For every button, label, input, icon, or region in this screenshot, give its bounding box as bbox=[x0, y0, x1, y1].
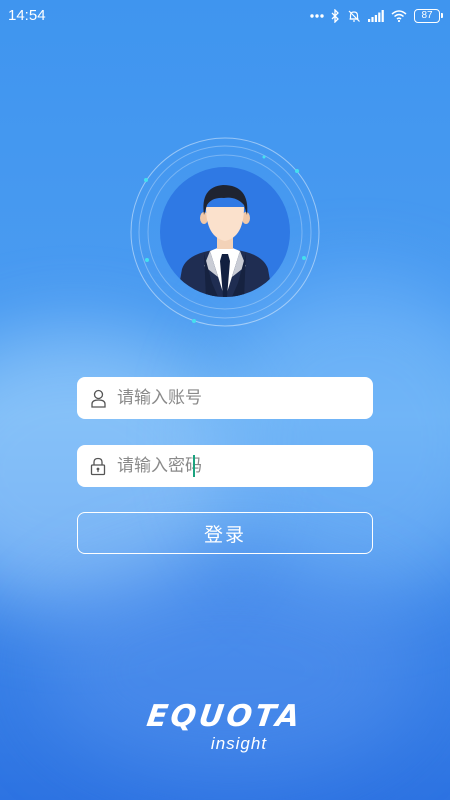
brand-logo: EQUOTA bbox=[145, 699, 306, 734]
password-field[interactable] bbox=[77, 445, 373, 487]
battery-level: 87 bbox=[421, 10, 433, 21]
status-time: 14:54 bbox=[8, 7, 46, 24]
signal-icon bbox=[368, 10, 384, 22]
battery-icon: 87 bbox=[414, 9, 443, 23]
avatar bbox=[126, 133, 324, 331]
mute-bell-icon bbox=[347, 9, 361, 23]
brand: EQUOTA insight bbox=[0, 698, 450, 754]
bluetooth-icon bbox=[331, 9, 340, 23]
status-icons: 87 bbox=[310, 6, 443, 26]
user-icon bbox=[89, 388, 107, 408]
username-field[interactable] bbox=[77, 377, 373, 419]
login-button[interactable]: 登录 bbox=[77, 512, 373, 554]
brand-subtitle: insight bbox=[210, 734, 268, 753]
lock-icon bbox=[89, 456, 107, 476]
wifi-icon bbox=[391, 10, 407, 22]
login-screen: 14:54 87 请输入账号 登录 EQUOTA insight bbox=[0, 0, 450, 800]
text-caret bbox=[193, 455, 195, 477]
username-input[interactable] bbox=[117, 378, 347, 418]
more-dots-icon bbox=[310, 14, 324, 18]
status-bar: 14:54 87 bbox=[0, 0, 450, 32]
user-avatar-icon bbox=[130, 137, 320, 327]
password-input[interactable] bbox=[117, 446, 347, 486]
